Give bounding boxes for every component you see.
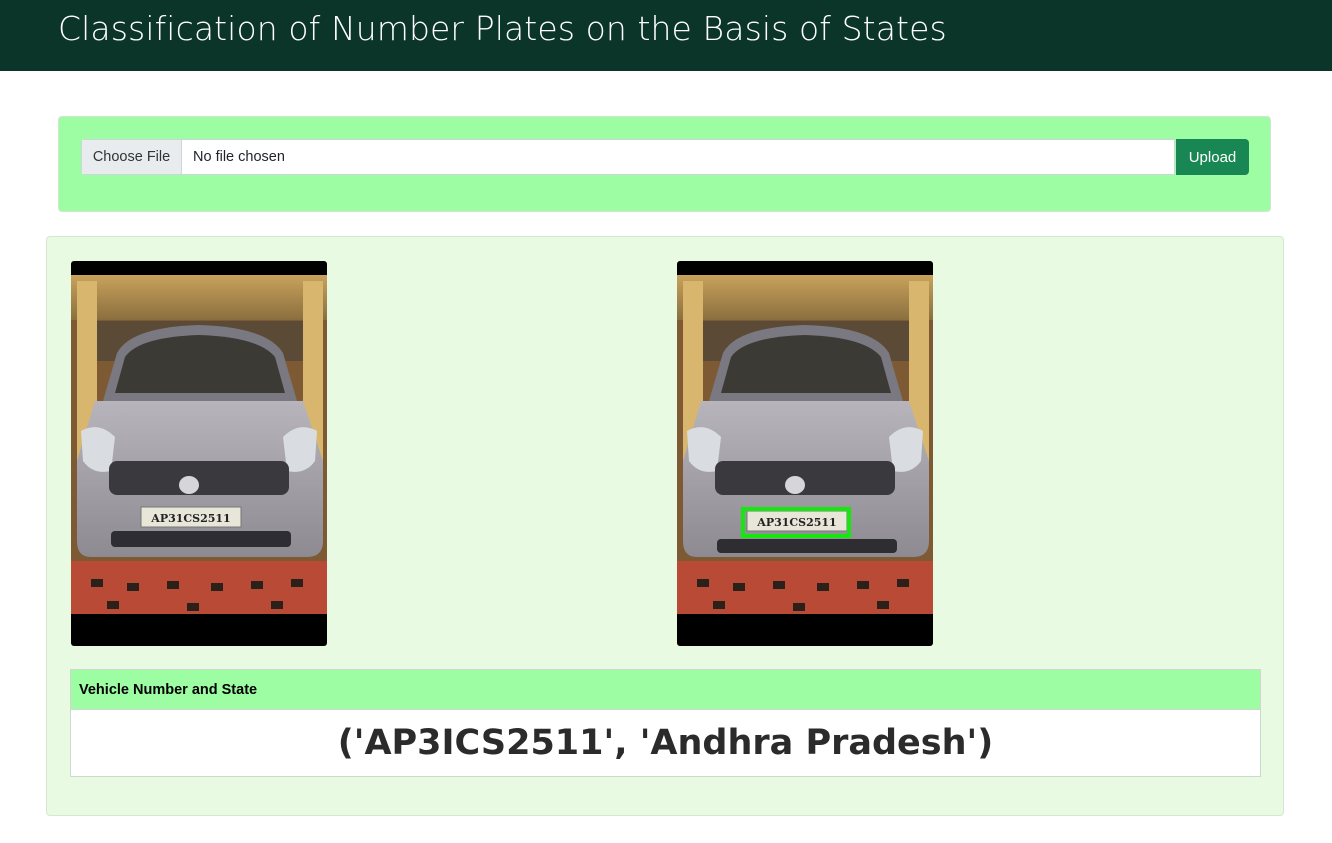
navbar: Classification of Number Plates on the B… xyxy=(0,0,1332,71)
page-title: Classification of Number Plates on the B… xyxy=(58,9,947,48)
choose-file-button[interactable]: Choose File xyxy=(82,140,182,174)
detected-plate-image: AP31CS2511 xyxy=(677,261,933,646)
result-table: Vehicle Number and State ('AP3ICS2511', … xyxy=(70,669,1261,777)
file-input[interactable]: Choose File No file chosen xyxy=(81,139,1175,175)
file-status-text: No file chosen xyxy=(193,149,285,165)
upload-panel: Choose File No file chosen Upload xyxy=(58,116,1271,212)
car-photo: AP31CS2511 xyxy=(71,275,327,614)
plate-text: AP31CS2511 xyxy=(756,516,836,529)
plate-text: AP31CS2511 xyxy=(150,512,230,525)
result-table-header: Vehicle Number and State xyxy=(71,670,1260,710)
car-photo-detected: AP31CS2511 xyxy=(677,275,933,614)
original-car-image: AP31CS2511 xyxy=(71,261,327,646)
result-value: ('AP3ICS2511', 'Andhra Pradesh') xyxy=(337,723,994,763)
upload-button[interactable]: Upload xyxy=(1176,139,1249,175)
result-panel: AP31CS2511 AP31CS2511 Vehicle Number and… xyxy=(46,236,1284,816)
